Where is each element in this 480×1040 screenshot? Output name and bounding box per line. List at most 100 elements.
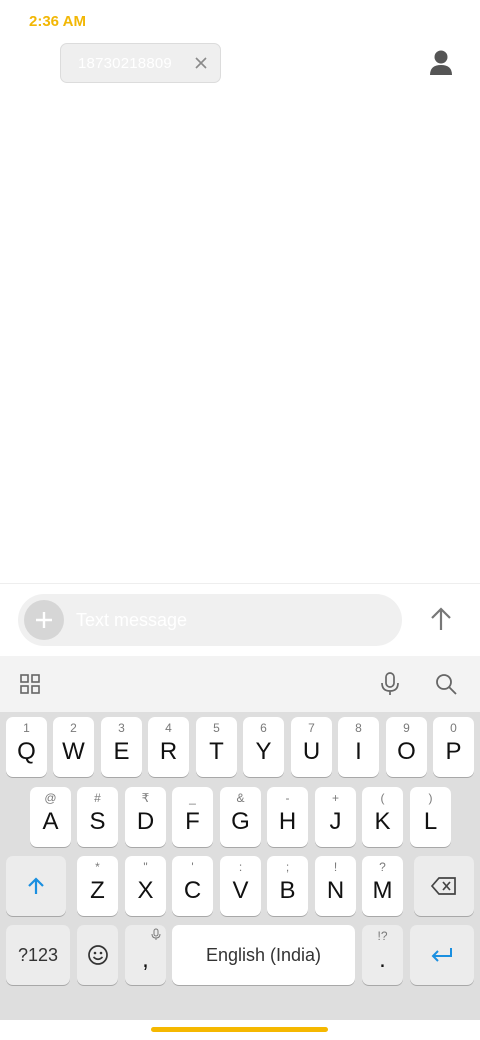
shift-key[interactable]	[6, 856, 66, 916]
key-sup: 4	[165, 721, 172, 735]
key-label: D	[136, 808, 155, 835]
home-indicator[interactable]	[151, 1027, 328, 1032]
key-sup: ;	[285, 860, 290, 874]
key-sup: *	[95, 860, 100, 874]
key-m[interactable]: ? M	[362, 856, 403, 916]
emoji-key[interactable]	[77, 925, 118, 985]
key-label: N	[326, 877, 345, 904]
key-label: R	[159, 738, 178, 765]
message-input[interactable]	[76, 594, 386, 646]
key-y[interactable]: 6Y	[243, 717, 284, 777]
space-label: English (India)	[205, 944, 322, 965]
key-n[interactable]: ! N	[315, 856, 356, 916]
key-o[interactable]: 9O	[386, 717, 427, 777]
period-key[interactable]: !? .	[362, 925, 403, 985]
keyboard-toolbar	[0, 656, 480, 712]
key-sup: 0	[450, 721, 457, 735]
key-label: Q	[17, 738, 36, 765]
key-r[interactable]: 4R	[148, 717, 189, 777]
keyboard: 1Q 2W 3E 4R 5T 6Y 7U 8I 9O 0P @ A # S ₹ D _…	[0, 712, 480, 1020]
apps-grid-button[interactable]	[16, 670, 44, 698]
key-i[interactable]: 8I	[338, 717, 379, 777]
key-j[interactable]: + J	[315, 787, 356, 847]
status-time: 2:36 AM	[29, 13, 86, 30]
backspace-key[interactable]	[414, 856, 474, 916]
key-sup: 7	[308, 721, 315, 735]
key-a[interactable]: @ A	[30, 787, 71, 847]
key-label: G	[231, 808, 250, 835]
key-l[interactable]: ) L	[410, 787, 451, 847]
key-label: J	[329, 808, 342, 835]
key-x[interactable]: " X	[125, 856, 166, 916]
key-label: Y	[255, 738, 272, 765]
key-label: L	[423, 808, 438, 835]
key-w[interactable]: 2W	[53, 717, 94, 777]
key-sup: )	[428, 791, 433, 805]
key-label: C	[183, 877, 202, 904]
key-f[interactable]: _ F	[172, 787, 213, 847]
key-e[interactable]: 3E	[101, 717, 142, 777]
voice-input-button[interactable]	[376, 670, 404, 698]
period-label: .	[379, 946, 386, 973]
key-sup: ₹	[141, 791, 150, 805]
key-sup: _	[189, 791, 196, 805]
key-label: W	[62, 738, 85, 765]
key-p[interactable]: 0P	[433, 717, 474, 777]
arrow-up-icon	[431, 607, 451, 630]
key-sup: ?	[379, 860, 386, 874]
key-sup: (	[380, 791, 385, 805]
recipient-chip[interactable]: 18730218809	[60, 43, 221, 83]
key-sup: "	[143, 860, 148, 874]
key-v[interactable]: :V	[220, 856, 261, 916]
symbols-key[interactable]: ?123	[6, 925, 70, 985]
key-d[interactable]: ₹ D	[125, 787, 166, 847]
add-attachment-button[interactable]	[24, 600, 64, 640]
key-label: Z	[90, 877, 105, 904]
close-icon	[195, 57, 207, 69]
key-label: V	[232, 877, 249, 904]
key-sup: 1	[23, 721, 30, 735]
key-sup: 6	[260, 721, 267, 735]
key-sup: 2	[70, 721, 77, 735]
compose-bar	[0, 583, 480, 655]
key-label: I	[355, 738, 362, 765]
key-g[interactable]: & G	[220, 787, 261, 847]
key-sup: :	[238, 860, 243, 874]
send-button[interactable]	[424, 601, 458, 637]
space-key[interactable]: English (India)	[172, 925, 355, 985]
key-k[interactable]: (K	[362, 787, 403, 847]
key-sup: #	[94, 791, 101, 805]
key-sup: @	[44, 791, 57, 805]
key-label: K	[374, 808, 391, 835]
key-t[interactable]: 5T	[196, 717, 237, 777]
plus-icon	[36, 612, 52, 628]
recipient-number: 18730218809	[78, 54, 172, 72]
grid-icon	[20, 674, 40, 694]
compose-field	[18, 594, 402, 646]
smiley-icon	[87, 945, 108, 965]
key-sup: &	[236, 791, 245, 805]
contact-button[interactable]	[426, 48, 456, 78]
key-sup: 9	[403, 721, 410, 735]
key-u[interactable]: 7U	[291, 717, 332, 777]
comma-key[interactable]: ,	[125, 925, 166, 985]
shift-arrow-icon	[28, 877, 44, 894]
key-z[interactable]: * Z	[77, 856, 118, 916]
remove-recipient-button[interactable]	[182, 44, 220, 82]
key-sup: '	[191, 860, 194, 874]
enter-icon	[431, 948, 452, 962]
search-button[interactable]	[432, 670, 460, 698]
key-b[interactable]: ; B	[267, 856, 308, 916]
key-label: F	[185, 808, 200, 835]
key-label: T	[209, 738, 224, 765]
key-label: U	[302, 738, 321, 765]
key-s[interactable]: # S	[77, 787, 118, 847]
screen: 2:36 AM 18730218809 Text message 1 Q 2 W…	[0, 0, 480, 1040]
key-label: H	[278, 808, 297, 835]
enter-key[interactable]	[410, 925, 474, 985]
key-label: P	[445, 738, 462, 765]
key-c[interactable]: ' C	[172, 856, 213, 916]
key-sup: 3	[118, 721, 125, 735]
key-h[interactable]: -H	[267, 787, 308, 847]
key-q[interactable]: 1Q	[6, 717, 47, 777]
